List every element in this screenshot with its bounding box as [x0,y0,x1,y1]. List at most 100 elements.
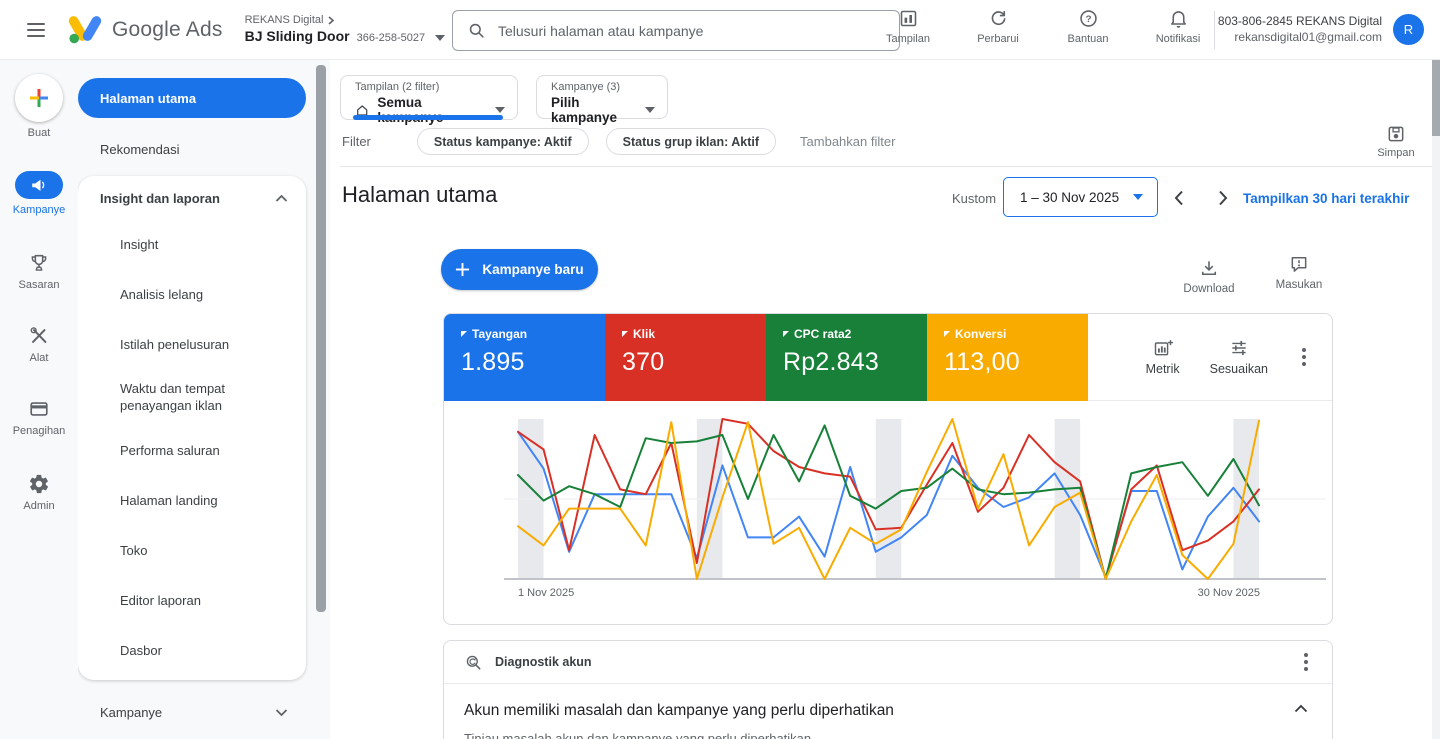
show-last-30-days-link[interactable]: Tampilkan 30 hari terakhir [1243,191,1409,206]
nav-group-insights-card: Insight dan laporan Insight Analisis lel… [78,176,306,680]
tools-icon [28,325,50,347]
metric-card-clicks[interactable]: Klik 370 [605,314,766,401]
rail-item-campaigns[interactable]: Kampanye [13,171,66,216]
date-prev-button[interactable] [1166,185,1192,211]
filter-label: Filter [342,134,371,149]
nav-item-home[interactable]: Halaman utama [78,78,306,118]
filter-chip-campaign-status[interactable]: Status kampanye: Aktif [417,128,589,155]
rail-item-goals[interactable]: Sasaran [19,252,60,291]
nav-item-search-terms[interactable]: Istilah penelusuran [78,320,306,370]
create-button[interactable] [15,74,63,122]
account-breadcrumb[interactable]: REKANS Digital BJ Sliding Door 366-258-5… [245,14,446,46]
breadcrumb-chevron-icon [327,16,335,25]
gear-icon [28,473,50,495]
tune-sliders-icon [1228,338,1250,358]
metrics-chart-icon [1152,338,1174,358]
menu-icon[interactable] [12,6,60,54]
rail-item-admin[interactable]: Admin [23,473,54,512]
new-campaign-button[interactable]: Kampanye baru [441,249,598,290]
view-filter-dropdown[interactable]: Tampilan (2 filter) Semua kampanye [340,75,518,120]
nav-item-stores[interactable]: Toko [78,526,306,576]
icon-rail: Buat Kampanye Sasaran Alat [0,60,78,739]
window-scrollbar-thumb[interactable] [1432,60,1440,136]
adjust-button[interactable]: Sesuaikan [1210,338,1268,376]
chart-controls: Metrik Sesuaikan [1088,314,1332,400]
plus-icon [455,262,470,277]
download-icon [1199,258,1219,278]
appearance-icon [898,8,919,29]
nav-item-channel-performance[interactable]: Performa saluran [78,426,306,476]
campaigns-pill [15,171,63,199]
nav-item-when-where-ads[interactable]: Waktu dan tempat penayangan iklan [78,370,306,426]
rail-item-create[interactable]: Buat [15,60,63,139]
date-next-button[interactable] [1210,185,1236,211]
metric-card-conversions[interactable]: Konversi 113,00 [927,314,1088,401]
google-ads-logo-icon [68,14,102,45]
nav-item-auction-insights[interactable]: Analisis lelang [78,270,306,320]
metrics-button[interactable]: Metrik [1146,338,1180,376]
nav-scrollbar[interactable] [316,65,326,612]
metric-strip: Tayangan 1.895 Klik 370 CPC rata2 Rp2.84… [444,314,1332,401]
feedback-icon [1289,254,1309,274]
topbar-divider [1214,11,1215,49]
trophy-icon [28,252,50,274]
rail-label-admin: Admin [23,500,54,512]
nav-group-insights[interactable]: Insight dan laporan [78,176,306,220]
date-mode-label: Kustom [952,191,996,206]
rail-item-billing[interactable]: Penagihan [13,398,66,437]
nav-item-landing-pages[interactable]: Halaman landing [78,476,306,526]
diagnostics-headline: Akun memiliki masalah dan kampanye yang … [464,702,894,720]
x-axis-end-label: 30 Nov 2025 [1198,587,1260,599]
breadcrumb-parent: REKANS Digital [245,14,324,28]
account-caret-icon [435,35,445,41]
svg-text:?: ? [1085,14,1091,25]
help-button[interactable]: ? Bantuan [1056,8,1120,45]
account-name: BJ Sliding Door [245,28,350,46]
rail-item-tools[interactable]: Alat [28,325,50,364]
appearance-button[interactable]: Tampilan [876,8,940,45]
metric-dropdown-icon [461,331,467,337]
nav-item-recommendations[interactable]: Rekomendasi [78,128,306,170]
rail-label-billing: Penagihan [13,425,66,437]
chevron-right-icon [1218,190,1228,206]
nav-item-insight[interactable]: Insight [78,220,306,270]
performance-line-chart[interactable] [444,406,1333,601]
account-id: 366-258-5027 [357,32,426,46]
nav-item-dashboard[interactable]: Dasbor [78,626,306,676]
collapse-chevron-icon[interactable] [1294,704,1308,713]
window-scrollbar-track[interactable] [1432,60,1440,739]
google-ads-logo[interactable]: Google Ads [68,14,223,45]
diagnostics-more-menu[interactable] [1300,649,1312,675]
campaign-select-dropdown[interactable]: Kampanye (3) Pilih kampanye [536,75,668,119]
product-name: Google Ads [112,18,223,42]
account-diagnostics-card: Diagnostik akun Akun memiliki masalah da… [443,640,1333,739]
save-button[interactable]: Simpan [1370,124,1422,159]
metric-card-impressions[interactable]: Tayangan 1.895 [444,314,605,401]
feedback-button[interactable]: Masukan [1267,254,1331,291]
notifications-button[interactable]: Notifikasi [1146,8,1210,45]
metric-dropdown-icon [622,331,628,337]
refresh-icon [988,8,1009,29]
refresh-button[interactable]: Perbarui [966,8,1030,45]
filter-chip-adgroup-status[interactable]: Status grup iklan: Aktif [606,128,776,155]
date-range-picker[interactable]: 1 – 30 Nov 2025 [1003,177,1158,217]
performance-chart-card: Tayangan 1.895 Klik 370 CPC rata2 Rp2.84… [443,313,1333,625]
chart-more-menu[interactable] [1298,344,1310,370]
nav-item-report-editor[interactable]: Editor laporan [78,576,306,626]
user-account-info[interactable]: 803-806-2845 REKANS Digital rekansdigita… [1218,13,1382,45]
megaphone-icon [30,176,48,194]
download-button[interactable]: Download [1177,258,1241,295]
add-filter-button[interactable]: Tambahkan filter [800,134,895,149]
diagnostics-icon [464,653,483,672]
metric-card-avg-cpc[interactable]: CPC rata2 Rp2.843 [766,314,927,401]
user-email: rekansdigital01@gmail.com [1218,29,1382,45]
help-icon: ? [1078,8,1099,29]
diagnostics-title: Diagnostik akun [495,655,592,669]
nav-group-campaigns[interactable]: Kampanye [78,692,306,732]
dropdown-caret-icon [495,107,505,113]
rail-label-goals: Sasaran [19,279,60,291]
user-account-line1: 803-806-2845 REKANS Digital [1218,13,1382,29]
search-input[interactable] [498,23,885,39]
avatar[interactable]: R [1393,14,1424,45]
global-search[interactable] [452,10,900,51]
